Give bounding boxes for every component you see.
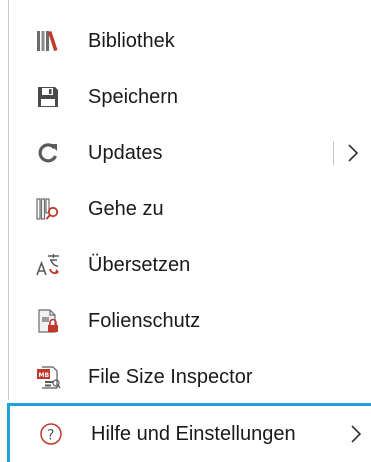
- menu-item-label: File Size Inspector: [88, 366, 253, 388]
- menu-item-label: Bibliothek: [88, 30, 175, 52]
- menu-item-speichern[interactable]: Speichern: [10, 69, 368, 125]
- menu-item-folienschutz[interactable]: Folienschutz: [10, 293, 368, 349]
- svg-text:?: ?: [47, 428, 54, 444]
- chevron-right-icon[interactable]: [346, 142, 360, 164]
- chevron-right-icon[interactable]: [349, 423, 363, 445]
- save-floppy-icon: [34, 83, 62, 111]
- menu-item-hilfe-und-einstellungen[interactable]: ? Hilfe und Einstellungen: [7, 403, 371, 462]
- goto-search-books-icon: [34, 195, 62, 223]
- library-books-icon: [34, 27, 62, 55]
- menu-item-label: Gehe zu: [88, 198, 164, 220]
- menu-item-label: Speichern: [88, 86, 179, 108]
- menu-item-gehe-zu[interactable]: Gehe zu: [10, 181, 368, 237]
- menu-item-label: Hilfe und Einstellungen: [91, 423, 296, 445]
- file-size-inspector-icon: MB: [34, 363, 62, 391]
- submenu-separator: [333, 141, 334, 165]
- context-menu: Bibliothek Speichern Updates Gehe zu Übe…: [0, 0, 371, 462]
- menu-item-bibliothek[interactable]: Bibliothek: [10, 13, 368, 69]
- menu-item-label: Updates: [88, 142, 163, 164]
- menu-left-border: [8, 0, 9, 400]
- menu-item-label: Übersetzen: [88, 254, 191, 276]
- help-circle-icon: ?: [37, 420, 65, 448]
- slide-lock-icon: [34, 307, 62, 335]
- menu-item-file-size-inspector[interactable]: MB File Size Inspector: [10, 349, 368, 405]
- menu-item-updates[interactable]: Updates: [10, 125, 368, 181]
- menu-item-uebersetzen[interactable]: Übersetzen: [10, 237, 368, 293]
- svg-text:MB: MB: [39, 372, 50, 379]
- menu-item-label: Folienschutz: [88, 310, 201, 332]
- refresh-icon: [34, 139, 62, 167]
- translate-icon: [34, 251, 62, 279]
